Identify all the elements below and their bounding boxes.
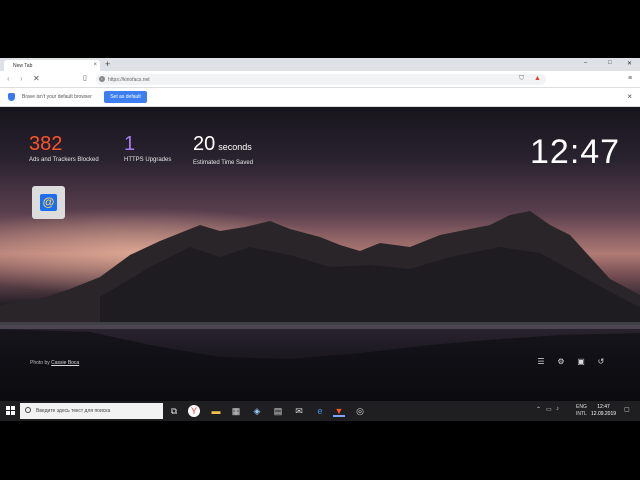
close-infobar-icon[interactable]: × — [627, 92, 632, 101]
yandex-browser-icon[interactable]: Y — [188, 405, 200, 417]
bookmark-icon[interactable]: ▯ — [83, 74, 87, 82]
minimize-icon[interactable]: – — [584, 60, 587, 66]
taskbar-search[interactable]: Введите здесь текст для поиска — [20, 403, 163, 419]
infobar-message: Brave isn't your default browser — [22, 94, 92, 100]
language-code: ENG — [576, 404, 587, 410]
volume-tray-icon[interactable]: ♪ — [556, 406, 559, 412]
ads-blocked-stat: 382 Ads and Trackers Blocked — [29, 134, 99, 163]
back-icon[interactable]: ‹ — [7, 74, 10, 83]
edge-icon[interactable]: e — [314, 405, 326, 417]
taskbar: Введите здесь текст для поиска ⧉ Y ▬ ▦ ◈… — [0, 401, 640, 421]
store-icon[interactable]: ▦ — [230, 405, 242, 417]
clock: 12:47 — [530, 133, 621, 171]
network-app-icon[interactable]: ◈ — [251, 405, 263, 417]
settings-sliders-icon[interactable]: ☰ — [536, 357, 546, 367]
stop-icon[interactable]: ✕ — [33, 74, 40, 83]
tab-title: New Tab — [13, 63, 33, 69]
taskbar-clock[interactable]: 12:47 12.09.2019 — [591, 404, 616, 418]
tab-new-tab[interactable]: New Tab × — [4, 60, 100, 71]
windows-start-icon[interactable] — [6, 406, 16, 416]
time-saved-label: Estimated Time Saved — [193, 160, 254, 166]
close-tab-icon[interactable]: × — [93, 62, 97, 68]
taskbar-date: 12.09.2019 — [591, 411, 617, 417]
calculator-icon[interactable]: ▤ — [272, 405, 284, 417]
search-icon — [25, 407, 31, 413]
photo-credit: Photo by Cassie Boca — [30, 360, 79, 366]
new-tab-page: 382 Ads and Trackers Blocked 1 HTTPS Upg… — [0, 107, 640, 401]
toolbar: ‹ › ✕ ▯ i https://kinofacs.net ⛉ ▲ ≡ — [0, 71, 640, 88]
brave-taskbar-icon[interactable]: ▼ — [333, 405, 345, 417]
history-icon[interactable]: ↺ — [596, 357, 606, 367]
screen: New Tab × + – □ ✕ ‹ › ✕ ▯ i https://kino… — [0, 58, 640, 421]
time-saved-stat: 20 seconds Estimated Time Saved — [193, 134, 253, 166]
mail-icon: @ — [40, 194, 57, 211]
time-saved-unit: seconds — [218, 142, 252, 152]
ads-blocked-label: Ads and Trackers Blocked — [29, 157, 99, 163]
default-browser-infobar: Brave isn't your default browser Set as … — [0, 88, 640, 107]
file-explorer-icon[interactable]: ▬ — [210, 405, 222, 417]
info-icon[interactable]: i — [99, 76, 105, 82]
https-upgrades-stat: 1 HTTPS Upgrades — [124, 134, 171, 163]
brave-rewards-icon[interactable]: ▲ — [534, 75, 541, 82]
photo-credit-prefix: Photo by — [30, 360, 50, 366]
https-upgrades-label: HTTPS Upgrades — [124, 157, 172, 163]
brave-shield-icon — [8, 93, 15, 101]
photo-credit-author[interactable]: Cassie Boca — [51, 360, 79, 366]
taskbar-search-placeholder: Введите здесь текст для поиска — [36, 408, 111, 414]
ads-blocked-count: 382 — [29, 133, 63, 155]
app-icon[interactable]: ◎ — [354, 405, 366, 417]
url-text: https://kinofacs.net — [108, 77, 150, 83]
mail-app-icon[interactable]: ✉ — [293, 405, 305, 417]
language-indicator[interactable]: ENG INTL — [576, 404, 587, 418]
menu-icon[interactable]: ≡ — [628, 75, 632, 82]
address-bar[interactable]: i https://kinofacs.net — [96, 74, 546, 85]
top-site-tile[interactable]: @ — [32, 186, 65, 219]
brave-shields-icon[interactable]: ⛉ — [519, 75, 524, 83]
save-icon[interactable]: ▣ — [576, 357, 586, 367]
gear-icon[interactable]: ⚙ — [556, 357, 566, 367]
tab-strip: New Tab × + – □ ✕ — [0, 58, 640, 71]
new-tab-button[interactable]: + — [105, 59, 110, 69]
tray-up-icon[interactable]: ⌃ — [536, 406, 541, 413]
network-tray-icon[interactable]: ▭ — [546, 406, 552, 413]
taskbar-time: 12:47 — [597, 404, 610, 410]
close-window-icon[interactable]: ✕ — [627, 60, 632, 67]
forward-icon[interactable]: › — [20, 74, 23, 83]
task-view-icon[interactable]: ⧉ — [168, 405, 180, 417]
keyboard-layout: INTL — [576, 411, 587, 417]
notifications-icon[interactable]: ▢ — [624, 406, 630, 413]
https-upgrades-count: 1 — [124, 133, 136, 155]
set-default-button[interactable]: Set as default — [104, 91, 147, 103]
maximize-icon[interactable]: □ — [608, 60, 612, 66]
time-saved-count: 20 — [193, 133, 216, 155]
